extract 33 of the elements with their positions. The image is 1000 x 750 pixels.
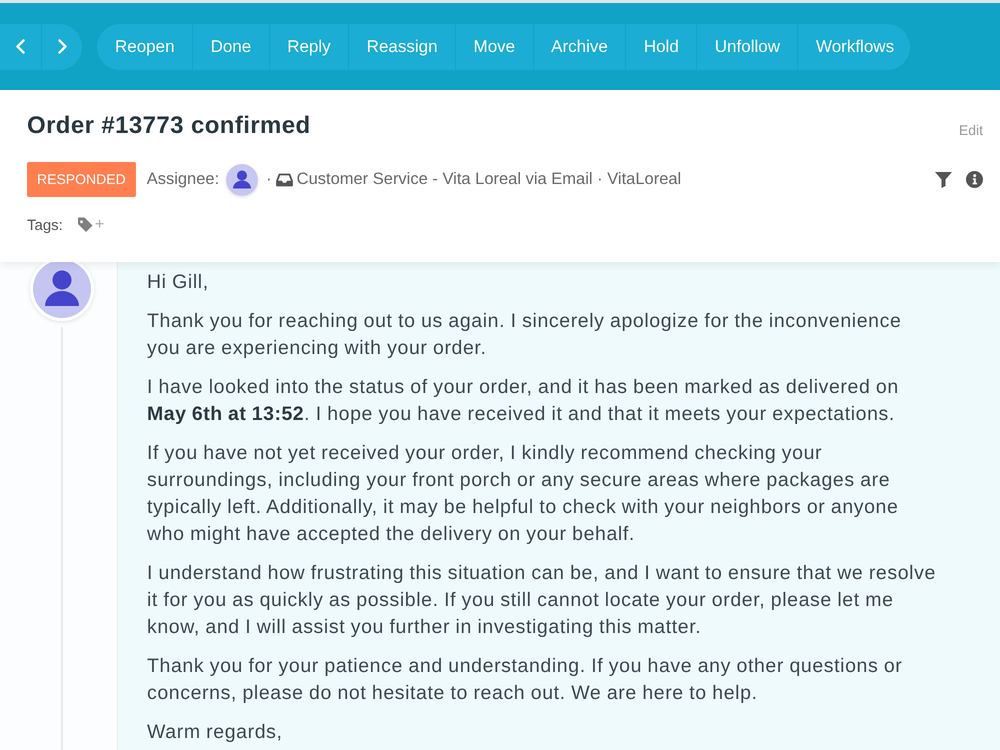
toolbar-action-button[interactable]: Move: [455, 24, 533, 70]
tag-icon: [76, 217, 93, 233]
inbox-icon: [276, 172, 293, 186]
message-paragraph: Thank you for your patience and understanding. If you have any other questions or concerns, please do not hesitate to reach out. We are here to help.: [147, 654, 904, 706]
toolbar-action-button[interactable]: Done: [192, 24, 269, 70]
assignee-label: Assignee:: [146, 170, 220, 189]
message-paragraph: Hi Gill,: [147, 270, 210, 295]
toolbar-action-button[interactable]: Reply: [268, 24, 348, 70]
chevron-right-icon: [58, 39, 66, 54]
toolbar-action-button[interactable]: Hold: [625, 24, 696, 70]
person-avatar-icon[interactable]: [226, 164, 258, 196]
filter-icon[interactable]: [935, 172, 952, 188]
separator-text: ·: [266, 170, 272, 189]
message-paragraph: I understand how frustrating this situation can be, and I want to ensure that we resolve it for you as quickly as possible. If you still cannot locate your order, please let me know, and I will assist you further in investigating this matter.: [147, 561, 936, 640]
toolbar-action-button[interactable]: Archive: [532, 24, 626, 70]
info-icon[interactable]: [966, 171, 983, 188]
edit-link[interactable]: Edit: [958, 121, 983, 139]
next-button[interactable]: [41, 24, 82, 70]
toolbar-action-button[interactable]: Reassign: [348, 24, 456, 70]
tags-label: Tags:: [27, 216, 63, 234]
status-badge: RESPONDED: [27, 162, 136, 197]
toolbar-action-button[interactable]: Reopen: [97, 24, 192, 70]
ticket-title: Order #13773 confirmed: [27, 111, 311, 141]
add-tag-button[interactable]: +: [92, 216, 104, 234]
message-paragraph: If you have not yet received your order, I kindly recommend checking your surroundings, including your front porch or any secure areas where packages are typically left. Additionally, it may be helpful to check with your neighbors or anyone who might have accepted the delivery on your behalf.: [147, 441, 900, 547]
message-paragraph: Thank you for reaching out to us again. I sincerely apologize for the inconvenience you are experiencing with your order.: [147, 309, 902, 361]
toolbar-action-button[interactable]: Unfollow: [696, 24, 798, 70]
chevron-left-icon: [16, 39, 25, 54]
channel-text: Customer Service - Vita Loreal via Email · VitaLoreal: [296, 170, 682, 189]
message-paragraph: I have looked into the status of your order, and it has been marked as delivered on May 6th at 13:52. I hope you have received it and that it meets your expectations.: [147, 375, 900, 427]
message-paragraph: Warm regards,: [147, 720, 284, 745]
toolbar-action-button[interactable]: Workflows: [797, 24, 910, 70]
person-avatar-icon: [33, 262, 91, 318]
